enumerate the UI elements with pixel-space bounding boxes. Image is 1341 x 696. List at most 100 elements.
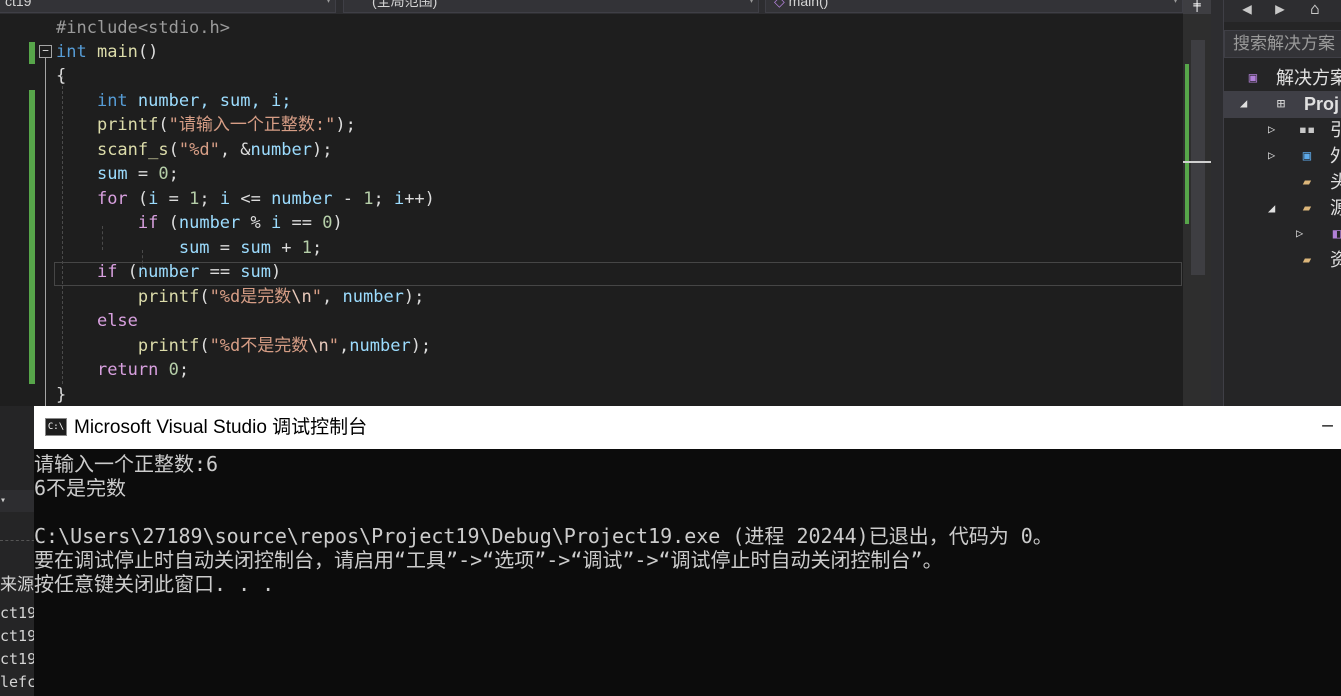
declaration: number, sum, i;	[127, 91, 292, 111]
collapsed-triangle-icon[interactable]: ▷	[1268, 122, 1275, 136]
code-line-11: if (number == sum)	[96, 262, 282, 282]
collapse-icon[interactable]: −	[39, 45, 52, 58]
split-icon[interactable]: ╪	[1183, 0, 1211, 14]
function-dropdown[interactable]: ◇ main() ▾	[765, 0, 1183, 13]
escape-sequence: \n	[308, 336, 329, 356]
variable: number	[271, 189, 333, 209]
keyword: int	[56, 42, 87, 62]
escape-sequence: \n	[291, 287, 312, 307]
punctuation: {	[56, 66, 67, 86]
string-literal: "%d"	[178, 140, 220, 160]
keyword: if	[137, 213, 159, 233]
vertical-scrollbar[interactable]: ╪	[1183, 0, 1211, 406]
home-icon[interactable]: ⌂	[1306, 0, 1324, 18]
collapsed-triangle-icon[interactable]: ▷	[1296, 226, 1303, 240]
list-item[interactable]: lefc	[0, 673, 36, 691]
code-line-15: return 0;	[96, 360, 190, 380]
change-overview-marker	[1185, 64, 1189, 224]
tree-label: 资	[1330, 250, 1341, 270]
tree-item-resources[interactable]: 资	[1330, 247, 1341, 273]
collapsed-triangle-icon[interactable]: ▷	[1268, 148, 1275, 162]
tree-label: 头	[1330, 172, 1341, 192]
tree-item-headers[interactable]: 头	[1330, 169, 1341, 195]
function-dropdown-value: main()	[788, 0, 829, 9]
code-line-6: scanf_s("%d", &number);	[96, 140, 333, 160]
code-editor[interactable]: − #include<stdio.h> int main() { int num…	[0, 14, 1183, 406]
keyword: else	[96, 311, 138, 331]
project-dropdown-value: ct19	[5, 0, 32, 9]
include-directive: #include<stdio.h>	[56, 18, 230, 38]
console-line: 要在调试停止时自动关闭控制台，请启用“工具”->“选项”->“调试”->“调试停…	[34, 548, 943, 572]
chevron-down-icon: ▾	[1172, 0, 1178, 6]
solution-explorer: ◀ ▶ ⌂ 搜索解决方案 ▣ 解决方案 ◢ ⊞ Proj ▷ ▪▪ 引 ▷ ▣ …	[1223, 0, 1341, 406]
debug-console-window[interactable]: C:\ Microsoft Visual Studio 调试控制台 — 请输入一…	[34, 406, 1341, 696]
back-icon[interactable]: ◀	[1238, 0, 1256, 18]
variable: number	[178, 213, 241, 233]
splitter[interactable]	[1211, 0, 1223, 406]
tree-label: Proj	[1304, 94, 1340, 114]
code-line-14: printf("%d不是完数\n",number);	[137, 336, 432, 356]
tree-label: 引	[1330, 120, 1341, 140]
variable: sum	[240, 262, 272, 282]
code-line-4: int number, sum, i;	[56, 89, 291, 113]
keyword: return	[96, 360, 159, 380]
string-literal: "	[328, 336, 340, 356]
console-title-bar[interactable]: C:\ Microsoft Visual Studio 调试控制台 —	[34, 406, 1341, 449]
solution-search-input[interactable]: 搜索解决方案	[1224, 30, 1341, 58]
cpp-file-icon: ◧	[1332, 226, 1341, 242]
scrollbar-thumb[interactable]	[1191, 40, 1205, 275]
solution-icon: ▣	[1248, 70, 1258, 86]
forward-icon[interactable]: ▶	[1271, 0, 1289, 18]
list-item[interactable]: ct19	[0, 650, 36, 668]
project-dropdown[interactable]: ct19 ▾	[0, 0, 336, 13]
string-literal: "%d不是完数	[209, 336, 309, 356]
tree-label: 源	[1330, 198, 1341, 218]
code-line-3: {	[56, 64, 66, 88]
method-icon: ◇	[774, 0, 789, 9]
console-line: C:\Users\27189\source\repos\Project19\De…	[34, 524, 1053, 548]
punctuation: }	[56, 385, 67, 405]
tree-label: 解决方案	[1276, 68, 1341, 88]
tree-item-references[interactable]: 引	[1330, 117, 1341, 143]
tree-item-external[interactable]: 外	[1330, 143, 1341, 169]
change-marker	[29, 90, 35, 384]
punctuation: ()	[137, 42, 159, 62]
variable: sum	[96, 164, 128, 184]
tree-item-solution[interactable]: 解决方案	[1276, 65, 1341, 91]
code-line-9: if (number % i == 0)	[137, 213, 343, 233]
string-literal: "请输入一个正整数:"	[168, 115, 336, 135]
variable: number	[349, 336, 411, 356]
chevron-down-icon: ▾	[748, 0, 754, 6]
variable: sum	[178, 238, 210, 258]
code-line-8: for (i = 1; i <= number - 1; i++)	[96, 189, 435, 209]
folder-icon: ▰	[1302, 174, 1312, 190]
list-item[interactable]: ct19	[0, 604, 36, 622]
search-placeholder: 搜索解决方案	[1233, 34, 1335, 53]
expanded-triangle-icon[interactable]: ◢	[1240, 96, 1247, 110]
folder-icon: ▰	[1302, 200, 1312, 216]
source-label: 来源	[0, 575, 34, 594]
minimize-button[interactable]: —	[1314, 406, 1341, 449]
variable: number	[250, 140, 312, 160]
list-item[interactable]: ct19	[0, 627, 36, 645]
scope-dropdown[interactable]: (全局范围) ▾	[343, 0, 759, 13]
console-line: 6不是完数	[34, 476, 127, 500]
console-line: 按任意键关闭此窗口. . .	[34, 572, 275, 596]
function-name: scanf_s	[96, 140, 169, 160]
tree-item-project[interactable]: Proj	[1304, 91, 1339, 117]
code-line-1: #include<stdio.h>	[56, 16, 230, 40]
scope-dropdown-value: (全局范围)	[372, 0, 438, 9]
keyword: if	[96, 262, 118, 282]
variable: i	[219, 189, 231, 209]
tree-item-sources[interactable]: 源	[1330, 195, 1341, 221]
variable: number	[342, 287, 404, 307]
string-literal: "	[311, 287, 323, 307]
external-deps-icon: ▣	[1302, 148, 1312, 164]
expanded-triangle-icon[interactable]: ◢	[1268, 201, 1275, 215]
project-icon: ⊞	[1276, 96, 1286, 112]
code-line-10: sum = sum + 1;	[178, 238, 323, 258]
caret-position-marker	[1183, 161, 1211, 163]
code-line-2: int main()	[56, 40, 158, 64]
keyword: int	[96, 91, 128, 111]
fold-guide	[45, 58, 46, 406]
